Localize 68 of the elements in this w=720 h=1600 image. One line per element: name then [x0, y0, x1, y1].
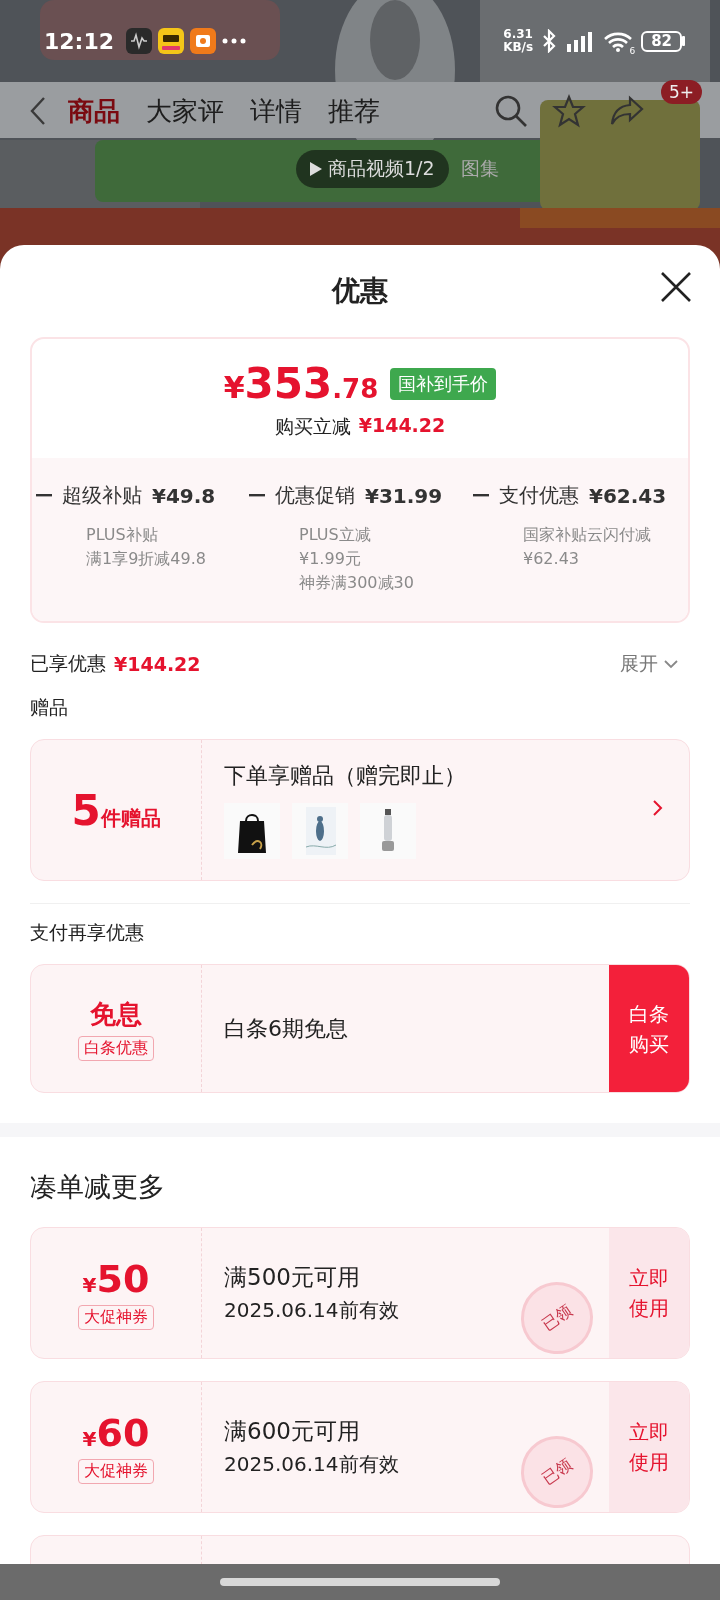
coupon-expiry: 2025.06.14前有效 — [224, 1297, 399, 1324]
wifi-label: 6 — [629, 46, 636, 56]
coupon-tag: 大促神券 — [78, 1458, 154, 1484]
nav-tab[interactable]: 推荐 — [328, 93, 380, 129]
coupon-tag: 大促神券 — [78, 1304, 154, 1330]
discount-detail: 国家补贴云闪付减 — [523, 524, 652, 546]
discount-label: 超级补贴 — [62, 482, 142, 509]
close-icon — [660, 271, 692, 303]
network-unit: KB/s — [503, 41, 534, 54]
discount-detail: ¥62.43 — [523, 548, 580, 570]
nav-tab[interactable]: 大家评 — [146, 93, 224, 129]
discount-detail: PLUS补贴 — [86, 524, 159, 546]
offer-text: 白条6期免息 — [224, 1014, 348, 1043]
star-icon[interactable] — [552, 94, 586, 128]
coupon-condition: 满500元可用 — [224, 1263, 360, 1292]
coupon-condition: 满600元可用 — [224, 1417, 360, 1446]
clock: 12:12 — [44, 28, 115, 54]
discount-amount: ¥49.8 — [152, 483, 216, 508]
discount-detail: 满1享9折减49.8 — [86, 548, 207, 570]
bluetooth-icon — [541, 29, 558, 53]
app-icon — [126, 28, 153, 54]
play-icon — [310, 162, 322, 176]
wifi-icon — [603, 30, 634, 52]
discount-amount: ¥62.43 — [589, 483, 667, 508]
section-heading: 凑单减更多 — [30, 1170, 166, 1204]
discount-detail: ¥1.99元 — [299, 548, 362, 570]
expand-button[interactable]: 展开 — [620, 651, 690, 677]
network-speed: 6.31 — [503, 28, 534, 41]
buy-button[interactable]: 白条购买 — [609, 965, 689, 1092]
final-price: ¥353.78 — [223, 359, 379, 408]
offer-tag: 白条优惠 — [78, 1035, 154, 1061]
saving-amount: ¥144.22 — [358, 414, 446, 438]
discount-amount: ¥31.99 — [365, 483, 443, 508]
battery-tip-icon — [682, 36, 686, 46]
gift-title: 下单享赠品（赠完即止） — [224, 762, 466, 790]
coupon-amount: ¥50 — [82, 1256, 150, 1301]
enjoyed-label: 已享优惠 — [30, 651, 106, 676]
minus-icon — [36, 494, 52, 497]
gift-count: 5件赠品 — [71, 785, 161, 835]
section-heading: 支付再享优惠 — [30, 920, 145, 945]
discount-detail: 神券满300减30 — [299, 572, 415, 594]
video-button[interactable]: 商品视频1/2 — [296, 150, 449, 188]
price-tag: 国补到手价 — [390, 367, 497, 400]
chevron-down-icon — [664, 659, 678, 669]
nav-tab[interactable]: 详情 — [250, 93, 302, 129]
chevron-right-icon — [653, 800, 663, 816]
gallery-tab[interactable]: 图集 — [460, 156, 499, 182]
coupon-expiry: 2025.06.14前有效 — [224, 1451, 399, 1478]
offer-title: 免息 — [90, 997, 142, 1031]
search-icon[interactable] — [494, 94, 528, 128]
minus-icon — [473, 494, 489, 497]
minus-icon — [249, 494, 265, 497]
app-icon — [190, 28, 217, 54]
back-icon[interactable] — [30, 96, 46, 126]
use-button[interactable]: 立即使用 — [609, 1382, 689, 1512]
discount-label: 支付优惠 — [499, 482, 579, 509]
discount-detail: PLUS立减 — [299, 524, 372, 546]
sheet-title: 优惠 — [332, 273, 388, 309]
discount-label: 优惠促销 — [275, 482, 355, 509]
use-button[interactable]: 立即使用 — [609, 1228, 689, 1358]
coupon-amount: ¥60 — [82, 1410, 150, 1455]
section-heading: 赠品 — [30, 695, 69, 720]
more-icon — [222, 38, 247, 44]
saving-label: 购买立减 — [274, 414, 351, 439]
gift-card[interactable]: 5件赠品 下单享赠品（赠完即止） — [30, 739, 690, 881]
enjoyed-amount: ¥144.22 — [114, 653, 201, 675]
app-icon — [158, 28, 185, 54]
nav-tab[interactable]: 商品 — [68, 93, 120, 129]
